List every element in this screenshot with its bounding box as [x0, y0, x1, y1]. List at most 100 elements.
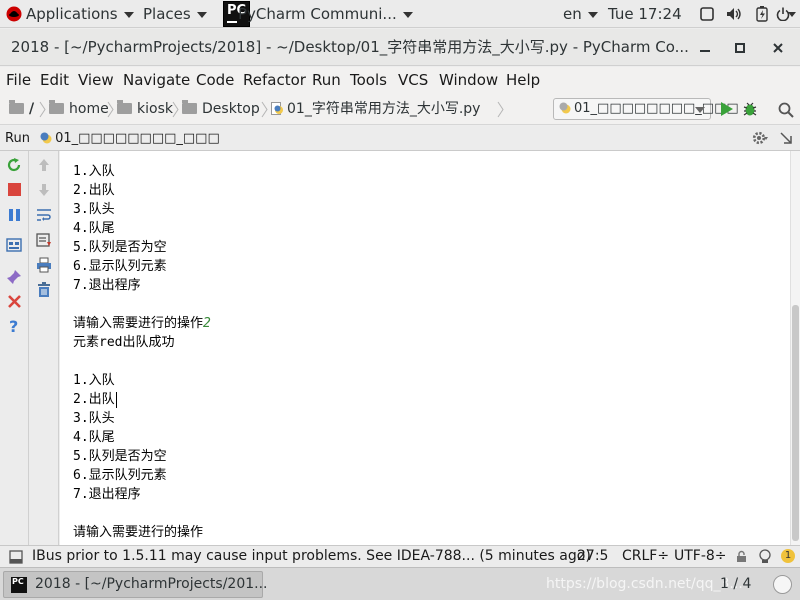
gear-icon[interactable]	[752, 130, 768, 146]
line-separator[interactable]: CRLF÷	[622, 546, 669, 567]
console-line: 4.队尾	[73, 430, 115, 445]
applications-menu[interactable]: Applications	[6, 0, 134, 28]
minimize-button[interactable]	[695, 38, 715, 58]
pin-icon[interactable]	[6, 269, 22, 285]
tool-windows-icon[interactable]	[9, 550, 23, 564]
input-language-label: en	[563, 5, 582, 23]
minimize-icon	[700, 50, 710, 52]
menu-navigate[interactable]: Navigate	[123, 67, 190, 94]
restore-layout-icon[interactable]	[6, 237, 22, 253]
file-encoding[interactable]: UTF-8÷	[674, 546, 727, 567]
breadcrumb-root[interactable]: /	[9, 94, 34, 125]
scroll-to-end-icon[interactable]	[36, 232, 52, 248]
pause-icon[interactable]	[7, 207, 23, 223]
close-run-icon[interactable]	[7, 294, 23, 310]
breadcrumb-label: /	[29, 101, 35, 117]
workspace-switcher-button[interactable]	[773, 575, 792, 594]
run-button[interactable]	[721, 102, 733, 116]
clock[interactable]: Tue 17:24	[608, 0, 682, 28]
console-scrollbar[interactable]	[790, 151, 800, 545]
console-line: 3.队头	[73, 411, 115, 426]
watermark-text: https://blog.csdn.net/qq_3...	[546, 576, 743, 592]
menu-view[interactable]: View	[78, 67, 114, 94]
svg-text:?: ?	[9, 318, 18, 334]
console-line: 7.退出程序	[73, 487, 141, 502]
breadcrumb-kiosk[interactable]: kiosk	[117, 94, 173, 125]
python-icon	[559, 102, 571, 114]
window-title-bar[interactable]: 2018 - [~/PycharmProjects/2018] - ~/Desk…	[0, 29, 800, 66]
active-app-menu[interactable]: PyCharm Communi...	[238, 0, 413, 28]
maximize-button[interactable]	[730, 38, 750, 58]
console-line: 3.队头	[73, 202, 115, 217]
console-line: 4.队尾	[73, 221, 115, 236]
notifications-badge[interactable]: 1	[781, 549, 795, 563]
chevron-down-icon	[196, 11, 207, 18]
breadcrumb-home[interactable]: home	[49, 94, 109, 125]
run-config-name: 01_□□□□□□□□_□□□	[55, 131, 220, 146]
battery-icon[interactable]	[756, 6, 768, 22]
maximize-icon	[735, 43, 745, 53]
menu-run[interactable]: Run	[312, 67, 341, 94]
console-line: 5.队列是否为空	[73, 449, 167, 464]
breadcrumb-label: kiosk	[137, 101, 173, 117]
menu-edit[interactable]: Edit	[40, 67, 69, 94]
system-top-bar: Applications Places PC PyCharm Communi..…	[0, 0, 800, 28]
stop-icon[interactable]	[7, 182, 23, 198]
help-icon[interactable]: ?	[7, 318, 23, 334]
console-line: 6.显示队列元素	[73, 259, 167, 274]
system-menu-chevron-icon[interactable]	[788, 12, 796, 17]
window-overview-icon[interactable]	[700, 7, 714, 21]
places-menu[interactable]: Places	[143, 0, 207, 28]
hide-panel-icon[interactable]	[779, 131, 793, 145]
console-line: 2.出队	[73, 391, 117, 408]
workspace-pager[interactable]: 1 / 4	[720, 568, 751, 600]
menu-window[interactable]: Window	[439, 67, 498, 94]
breadcrumb-desktop[interactable]: Desktop	[182, 94, 260, 125]
input-language-menu[interactable]: en	[563, 0, 598, 28]
menu-tools[interactable]: Tools	[350, 67, 387, 94]
run-configuration-select[interactable]: 01_□□□□□□□□_□□□	[553, 98, 739, 120]
clock-label: Tue 17:24	[608, 5, 682, 23]
breadcrumb-label: home	[69, 101, 109, 117]
taskbar: 2018 - [~/PycharmProjects/201... https:/…	[0, 567, 800, 600]
rerun-icon[interactable]	[6, 157, 22, 173]
lock-icon[interactable]	[736, 550, 747, 563]
text-caret	[115, 391, 117, 408]
folder-icon	[9, 99, 24, 114]
active-app-label: PyCharm Communi...	[238, 5, 397, 23]
status-message[interactable]: IBus prior to 1.5.11 may cause input pro…	[32, 546, 591, 567]
breadcrumb-file[interactable]: 01_字符串常用方法_大小写.py	[271, 94, 480, 125]
arrow-down-icon[interactable]	[36, 182, 52, 198]
trash-icon[interactable]	[36, 282, 52, 298]
chevron-down-icon	[695, 107, 705, 113]
chevron-down-icon	[587, 11, 598, 18]
navigation-bar: / home kiosk Desktop 01_字符串常用方法_大小写.py 0…	[0, 94, 800, 125]
breadcrumb-separator-icon	[172, 101, 179, 118]
run-tab[interactable]: Run 01_□□□□□□□□_□□□	[5, 126, 220, 151]
print-icon[interactable]	[36, 257, 52, 273]
run-toolbar-secondary	[29, 151, 59, 545]
menu-file[interactable]: File	[6, 67, 31, 94]
console-line: 6.显示队列元素	[73, 468, 167, 483]
volume-icon[interactable]	[726, 7, 742, 21]
breadcrumb-label: Desktop	[202, 101, 260, 117]
inspector-icon[interactable]	[758, 549, 772, 563]
menu-help[interactable]: Help	[506, 67, 540, 94]
debug-bug-icon[interactable]	[742, 101, 758, 117]
menu-vcs[interactable]: VCS	[398, 67, 428, 94]
menu-refactor[interactable]: Refactor	[243, 67, 306, 94]
breadcrumb-separator-icon	[261, 101, 268, 118]
close-icon	[773, 43, 783, 53]
search-icon[interactable]	[778, 102, 794, 118]
redhat-icon	[6, 6, 22, 21]
close-button[interactable]	[768, 38, 788, 58]
scrollbar-thumb[interactable]	[792, 305, 799, 541]
console-output[interactable]: 1.入队 2.出队 3.队头 4.队尾 5.队列是否为空 6.显示队列元素 7.…	[60, 151, 790, 545]
status-bar: IBus prior to 1.5.11 may cause input pro…	[0, 545, 800, 567]
console-prompt-line: 请输入需要进行的操作	[73, 525, 204, 540]
arrow-up-icon[interactable]	[36, 157, 52, 173]
menu-code[interactable]: Code	[196, 67, 234, 94]
soft-wrap-icon[interactable]	[36, 207, 52, 223]
taskbar-window-pycharm[interactable]: 2018 - [~/PycharmProjects/201...	[3, 571, 268, 598]
caret-position[interactable]: 27:5	[577, 546, 608, 567]
